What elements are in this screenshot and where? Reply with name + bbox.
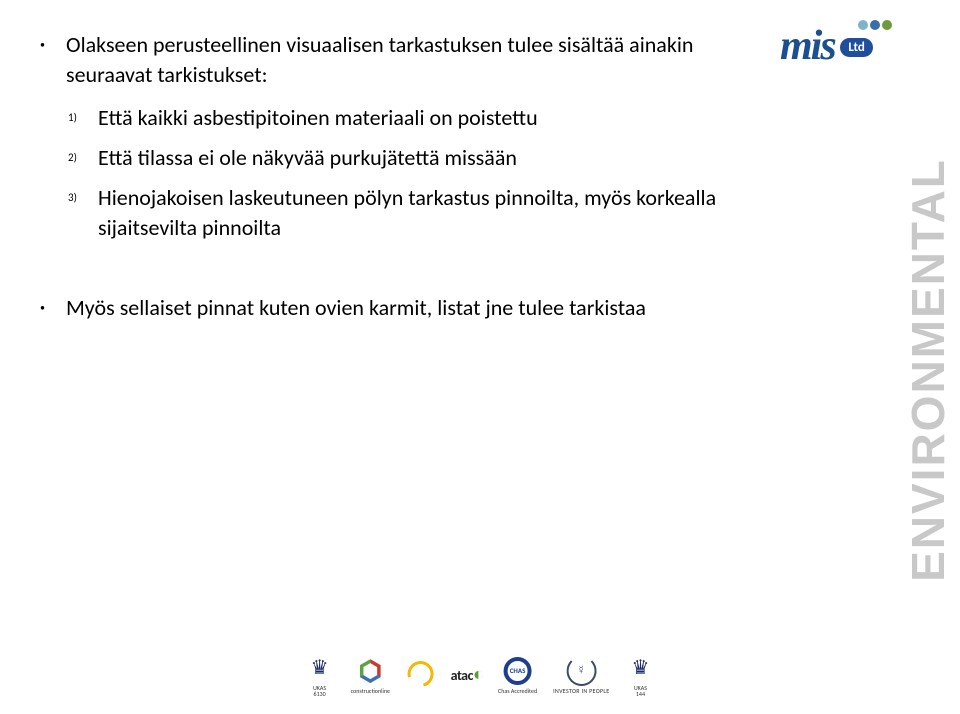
constructionline-icon: constructionline xyxy=(351,656,390,695)
spacer xyxy=(40,257,740,293)
company-logo: mis Ltd xyxy=(780,22,940,92)
crown-icon: ♛ xyxy=(625,653,655,683)
bullet-dot-icon: • xyxy=(40,30,48,60)
ukas-number: 6130 xyxy=(313,691,325,698)
main-content: • Olakseen perusteellinen visuaalisen ta… xyxy=(40,30,740,337)
chas-icon: CHAS Chas Accredited xyxy=(498,656,537,695)
iip-label: INVESTOR IN PEOPLE xyxy=(553,688,609,695)
list-number: 2) xyxy=(68,143,90,173)
list-item: 1) Että kaikki asbestipitoinen materiaal… xyxy=(68,103,740,133)
list-text: Että kaikki asbestipitoinen materiaali o… xyxy=(98,103,740,133)
extra-bullet: • Myös sellaiset pinnat kuten ovien karm… xyxy=(40,293,740,323)
atac-logo: atac◐ xyxy=(452,659,482,689)
crown-icon: ♛ xyxy=(305,653,335,683)
ukas-inspection-icon: ♛ UKAS 6130 xyxy=(305,653,335,698)
bullet-dot-icon: • xyxy=(40,293,48,323)
buildingsafe-icon xyxy=(406,659,436,691)
environmental-label: ENVIRONMENTAL xyxy=(908,100,948,640)
list-text: Hienojakoisen laskeutuneen pölyn tarkast… xyxy=(98,183,740,242)
list-item: 3) Hienojakoisen laskeutuneen pölyn tark… xyxy=(68,183,740,242)
chas-label: CHAS xyxy=(504,657,532,685)
ukas-testing-icon: ♛ UKAS 144 xyxy=(625,653,655,698)
slide: • Olakseen perusteellinen visuaalisen ta… xyxy=(0,0,960,714)
extra-text: Myös sellaiset pinnat kuten ovien karmit… xyxy=(66,293,740,323)
list-item: 2) Että tilassa ei ole näkyvää purkujäte… xyxy=(68,143,740,173)
intro-bullet: • Olakseen perusteellinen visuaalisen ta… xyxy=(40,30,740,89)
numbered-list: 1) Että kaikki asbestipitoinen materiaal… xyxy=(68,103,740,242)
hexagon-icon xyxy=(355,656,385,686)
arc-icon xyxy=(406,659,436,689)
chas-circle-icon: CHAS xyxy=(503,656,533,686)
accreditation-footer: ♛ UKAS 6130 constructionline atac◐ CHAS … xyxy=(305,653,656,698)
list-number: 1) xyxy=(68,103,90,133)
chas-sub: Chas Accredited xyxy=(498,688,537,695)
logo-dots-icon xyxy=(858,20,892,30)
atac-icon: atac◐ xyxy=(452,659,482,691)
logo-badge: Ltd xyxy=(840,38,873,57)
logo-text: mis xyxy=(780,22,835,70)
list-text: Että tilassa ei ole näkyvää purkujätettä… xyxy=(98,143,740,173)
intro-text: Olakseen perusteellinen visuaalisen tark… xyxy=(66,30,740,89)
investor-in-people-icon: ☿ INVESTOR IN PEOPLE xyxy=(553,656,609,695)
environmental-text: ENVIRONMENTAL xyxy=(901,158,955,582)
ukas2-number: 144 xyxy=(636,691,645,698)
list-number: 3) xyxy=(68,183,90,213)
constructionline-label: constructionline xyxy=(351,688,390,695)
wreath-icon: ☿ xyxy=(566,656,596,686)
atac-text: atac xyxy=(451,667,473,684)
